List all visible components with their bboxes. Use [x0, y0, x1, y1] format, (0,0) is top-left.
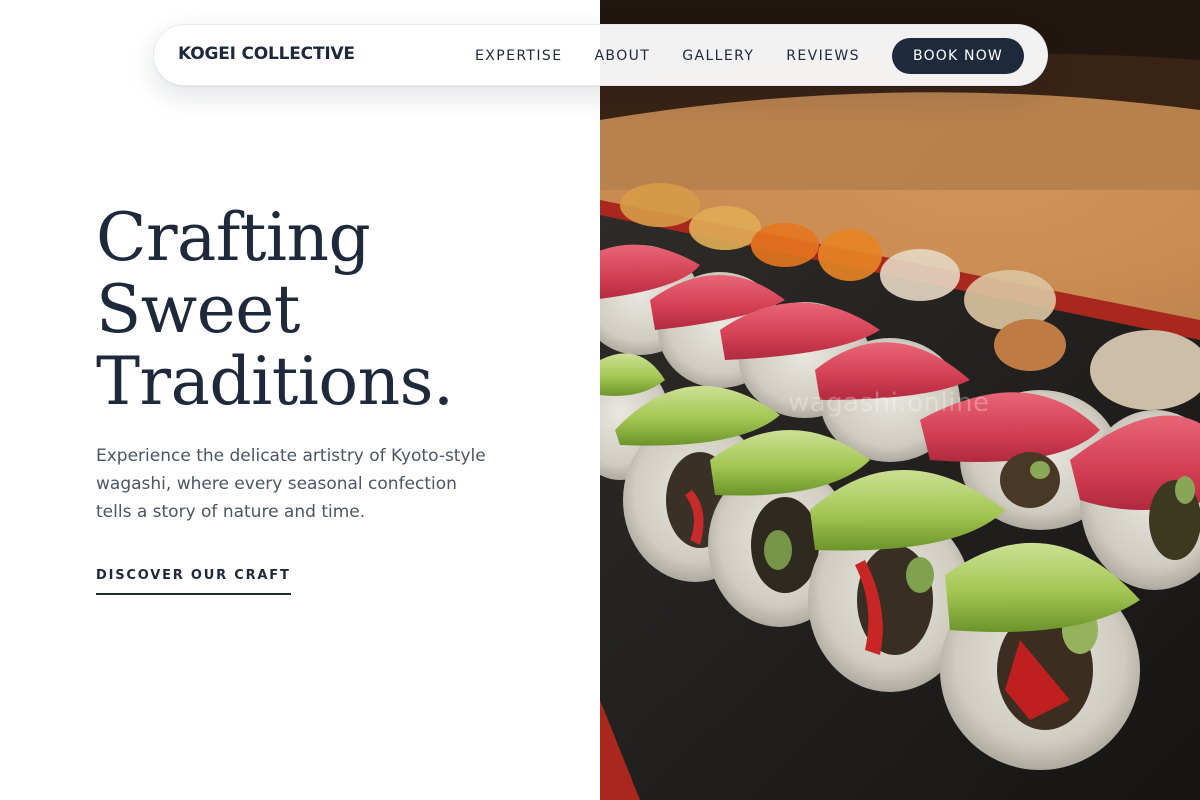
hero-title: Crafting Sweet Traditions. — [96, 202, 576, 418]
top-navigation: KOGEI COLLECTIVE EXPERTISE ABOUT GALLERY… — [153, 24, 1048, 86]
book-now-button[interactable]: BOOK NOW — [892, 38, 1024, 74]
brand-logo[interactable]: KOGEI COLLECTIVE — [178, 44, 355, 64]
nav-link-gallery[interactable]: GALLERY — [682, 48, 754, 64]
discover-craft-link[interactable]: DISCOVER OUR CRAFT — [96, 568, 291, 595]
nav-links: EXPERTISE ABOUT GALLERY REVIEWS — [475, 25, 892, 87]
hero-photo: wagashi.online — [600, 0, 1200, 800]
hero-description: Experience the delicate artistry of Kyot… — [96, 446, 486, 522]
hero-title-line: Traditions. — [96, 343, 454, 420]
photo-watermark: wagashi.online — [788, 388, 990, 418]
hero-title-line: Sweet — [96, 271, 300, 348]
nav-link-expertise[interactable]: EXPERTISE — [475, 48, 562, 64]
nav-link-about[interactable]: ABOUT — [594, 48, 650, 64]
nav-link-reviews[interactable]: REVIEWS — [786, 48, 860, 64]
hero-title-line: Crafting — [96, 199, 371, 276]
